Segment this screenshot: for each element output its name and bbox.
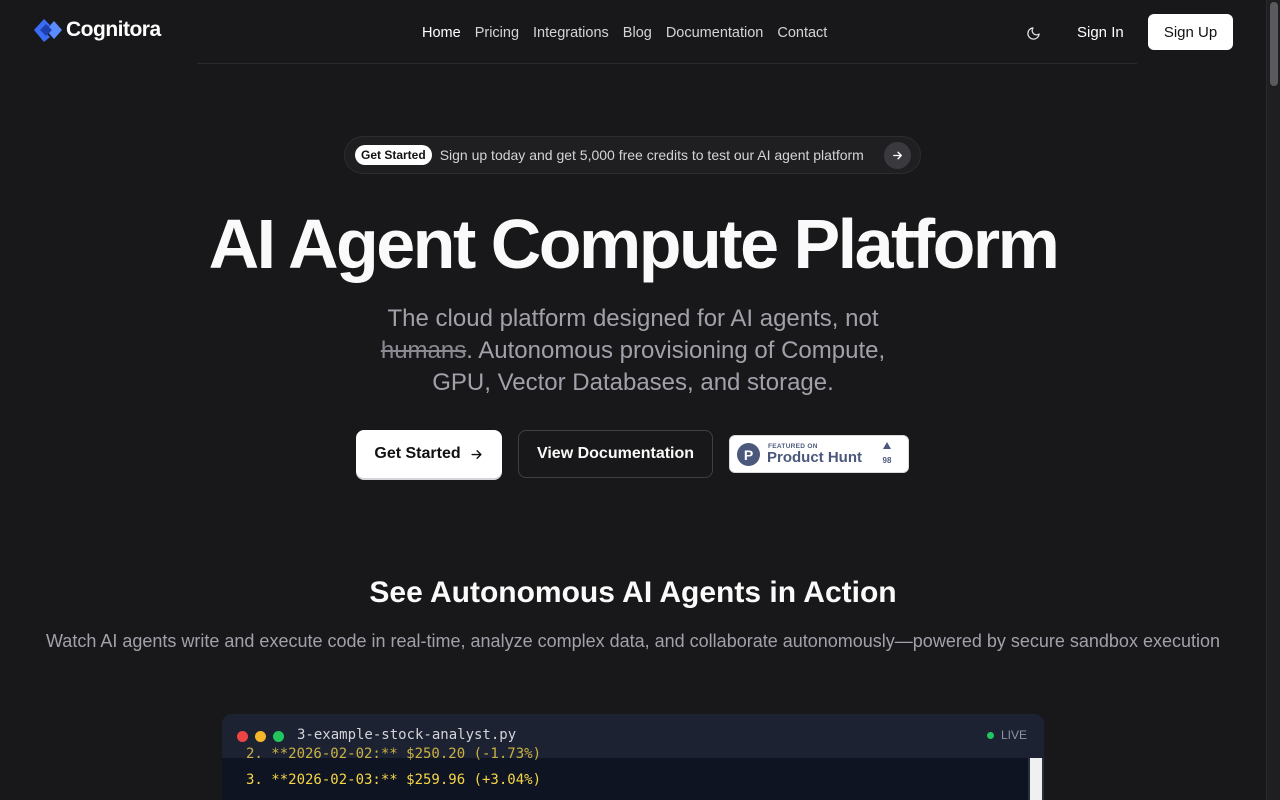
nav-pricing[interactable]: Pricing <box>468 22 526 44</box>
arrow-right-icon <box>471 449 482 459</box>
nav-documentation[interactable]: Documentation <box>659 22 771 44</box>
section-title: See Autonomous AI Agents in Action <box>369 576 897 609</box>
get-started-button[interactable]: Get Started <box>356 430 502 478</box>
minimize-dot-icon <box>255 731 266 742</box>
hero-title: AI Agent Compute Platform <box>208 205 1060 283</box>
product-hunt-name: Product Hunt <box>767 449 862 466</box>
header-divider <box>197 63 1137 64</box>
section-subtitle: Watch AI agents write and execute code i… <box>45 631 1220 651</box>
nav-home[interactable]: Home <box>415 22 468 44</box>
terminal-scroll-thumb[interactable] <box>1030 758 1042 800</box>
cognitora-logo-icon <box>34 19 62 42</box>
live-indicator: LIVE <box>986 728 1027 742</box>
theme-toggle-button[interactable] <box>1020 20 1046 46</box>
maximize-dot-icon <box>273 731 284 742</box>
main-nav: Home Pricing Integrations Blog Documenta… <box>415 22 834 44</box>
hero-subtitle-strike: humans <box>380 337 467 364</box>
nav-contact[interactable]: Contact <box>770 22 834 44</box>
hero-subtitle: The cloud platform designed for AI agent… <box>370 303 896 399</box>
announcement-text: Sign up today and get 5,000 free credits… <box>439 147 864 163</box>
product-hunt-badge[interactable]: P FEATURED ON Product Hunt 98 <box>729 435 909 473</box>
page-scrollbar[interactable] <box>1266 0 1280 800</box>
view-documentation-button[interactable]: View Documentation <box>518 430 713 478</box>
hero-subtitle-part1: The cloud platform designed for AI agent… <box>387 305 879 332</box>
arrow-right-icon[interactable] <box>884 142 911 169</box>
terminal-window: 3-example-stock-analyst.py LIVE 2. **202… <box>222 714 1044 800</box>
sign-up-button[interactable]: Sign Up <box>1148 14 1233 50</box>
nav-integrations[interactable]: Integrations <box>526 22 616 44</box>
product-hunt-count: 98 <box>882 456 892 465</box>
close-dot-icon <box>237 731 248 742</box>
get-started-label: Get Started <box>374 445 461 462</box>
sign-in-button[interactable]: Sign In <box>1066 15 1135 49</box>
terminal-output[interactable]: 2. **2026-02-02:** $250.20 (-1.73%) 3. *… <box>222 746 1028 800</box>
hero-subtitle-part2: . Autonomous provisioning of Compute, GP… <box>432 337 886 396</box>
terminal-line-previous: 2. **2026-02-02:** $250.20 (-1.73%) <box>246 746 542 762</box>
page-scroll-thumb[interactable] <box>1270 2 1278 86</box>
nav-blog[interactable]: Blog <box>616 22 659 44</box>
brand-name: Cognitora <box>66 18 161 41</box>
announcement-badge: Get Started <box>355 145 432 165</box>
moon-icon <box>1026 26 1040 40</box>
site-header: Cognitora Home Pricing Integrations Blog… <box>0 0 1266 64</box>
live-dot-icon <box>986 731 994 739</box>
brand-logo[interactable]: Cognitora <box>32 16 161 44</box>
product-hunt-logo-icon: P <box>737 443 760 466</box>
live-label: LIVE <box>1000 728 1027 742</box>
terminal-filename: 3-example-stock-analyst.py <box>297 727 517 743</box>
announcement-banner[interactable]: Get Started Sign up today and get 5,000 … <box>344 136 921 174</box>
upvote-triangle-icon <box>883 442 891 449</box>
terminal-scrollbar[interactable] <box>1028 758 1044 800</box>
terminal-line-current: 3. **2026-02-03:** $259.96 (+3.04%) <box>246 772 542 788</box>
